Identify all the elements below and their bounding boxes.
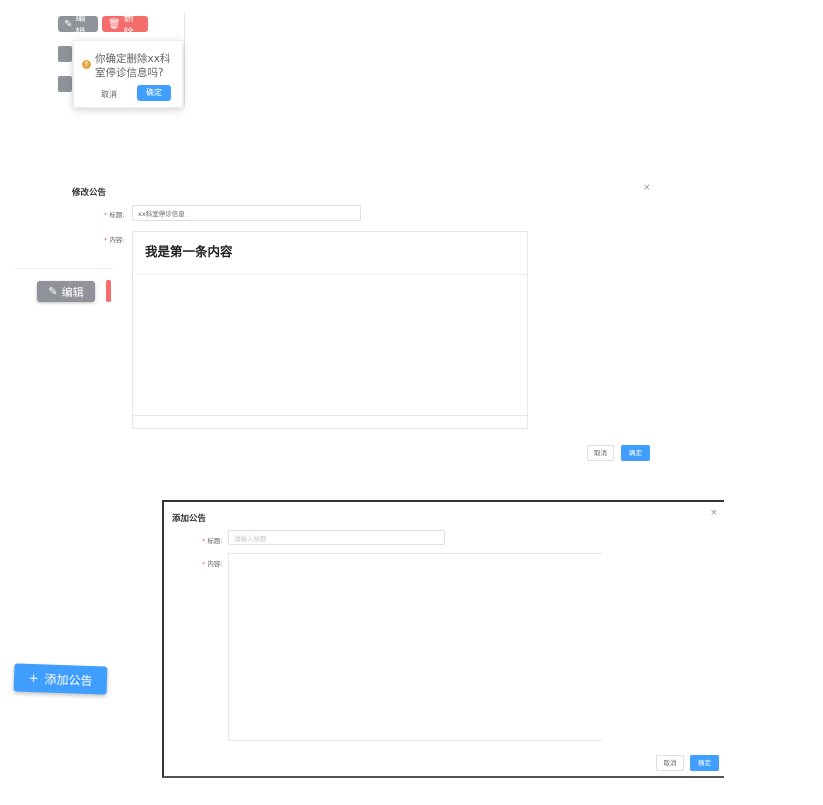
row-delete-button-stub[interactable] (106, 280, 111, 302)
plus-icon: + (28, 670, 39, 686)
delete-popconfirm: ! 你确定删除xx科室停诊信息吗? 取消 确定 (73, 40, 183, 108)
edit-confirm-button[interactable]: 确定 (621, 445, 650, 461)
edit-content-text: 我是第一条内容 (145, 244, 233, 259)
editor-bottom-bar (133, 415, 527, 416)
edit-button-row-3[interactable] (58, 76, 72, 92)
edit-dialog-title: 修改公告 (72, 188, 107, 198)
add-confirm-button[interactable]: 确定 (690, 755, 719, 771)
edit-icon: ✎ (64, 18, 73, 30)
table-row-border (14, 268, 114, 269)
edit-content-label: * 内容: (104, 236, 125, 244)
column-divider (184, 12, 185, 106)
add-dialog: 添加公告 × * 标题: 请输入标题 * 内容: 取消 确定 (162, 500, 724, 778)
edit-title-label: * 标题: (104, 211, 125, 219)
popconfirm-confirm-button[interactable]: 确定 (137, 85, 171, 101)
edit-cancel-button[interactable]: 取消 (587, 445, 614, 461)
add-content-label: * 内容: (202, 560, 223, 568)
add-title-label: * 标题: (202, 537, 223, 545)
popconfirm-message: 你确定删除xx科室停诊信息吗? (95, 53, 171, 79)
edit-icon: ✎ (48, 285, 58, 298)
edit-button-small[interactable]: ✎ 编辑 (58, 13, 98, 39)
edit-dialog-close-icon[interactable]: × (643, 183, 651, 193)
add-dialog-close-icon[interactable]: × (710, 508, 718, 518)
popconfirm-cancel-button[interactable]: 取消 (101, 89, 117, 100)
editor-divider (133, 274, 527, 275)
add-dialog-title: 添加公告 (172, 514, 207, 524)
trash-icon: 🗑 (108, 18, 121, 30)
edit-title-input[interactable]: xx科室停诊信息 (132, 205, 361, 221)
add-notice-button[interactable]: + 添加公告 (13, 663, 108, 695)
row-edit-button[interactable]: ✎ 编辑 (37, 281, 95, 302)
warning-icon: ! (82, 60, 91, 69)
add-title-input[interactable]: 请输入标题 (228, 530, 445, 545)
add-content-editor[interactable] (228, 553, 602, 741)
delete-button[interactable]: 🗑 删除 (102, 13, 148, 39)
add-cancel-button[interactable]: 取消 (656, 755, 684, 771)
edit-button-row-2[interactable] (58, 46, 72, 62)
edit-content-editor[interactable]: 我是第一条内容 (132, 231, 528, 429)
